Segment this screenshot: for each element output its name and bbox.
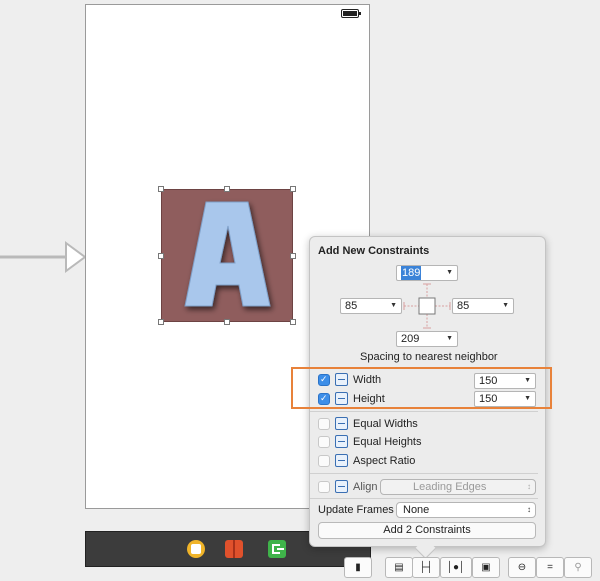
chevron-updown-icon: ↕ — [527, 505, 531, 514]
chevron-updown-icon: ↕ — [527, 482, 531, 491]
update-frames-select[interactable]: None ↕ — [396, 502, 536, 518]
popover-title: Add New Constraints — [318, 245, 430, 257]
separator — [310, 473, 538, 474]
initial-scene-arrow — [0, 241, 87, 273]
zoom-out-icon[interactable]: ⊖ — [508, 557, 536, 578]
aspect-ratio-checkbox[interactable] — [318, 455, 330, 467]
width-constraint-icon — [335, 373, 348, 386]
exit-icon[interactable] — [268, 540, 286, 558]
update-frames-label: Update Frames — [318, 504, 394, 516]
separator — [310, 411, 538, 412]
left-spacing-field[interactable]: 85 ▼ — [340, 298, 402, 314]
spacing-constraint-diagram[interactable] — [400, 280, 454, 332]
align-label: Align — [353, 481, 378, 493]
resize-handle-top-right[interactable] — [290, 186, 296, 192]
chevron-down-icon: ▼ — [524, 377, 531, 384]
chevron-down-icon: ▼ — [390, 302, 397, 309]
pin-icon[interactable]: ├┤ — [412, 557, 440, 578]
resize-handle-bottom-right[interactable] — [290, 319, 296, 325]
resizing-icon[interactable]: │●│ — [440, 557, 472, 578]
aspect-ratio-label: Aspect Ratio — [353, 455, 416, 467]
add-constraints-button[interactable]: Add 2 Constraints — [318, 522, 536, 539]
resolve-icon[interactable]: ▮ — [344, 557, 372, 578]
align-select[interactable]: Leading Edges ↕ — [380, 479, 536, 495]
align-icon — [335, 480, 348, 493]
top-spacing-field[interactable]: 189 ▼ — [396, 265, 458, 281]
equal-widths-label: Equal Widths — [353, 418, 418, 430]
height-value-field[interactable]: 150 ▼ — [474, 391, 536, 407]
layout-icon[interactable]: ▣ — [472, 557, 500, 578]
chevron-down-icon: ▼ — [524, 395, 531, 402]
bottom-spacing-field[interactable]: 209 ▼ — [396, 331, 458, 347]
chevron-down-icon: ▼ — [502, 302, 509, 309]
width-value-field[interactable]: 150 ▼ — [474, 373, 536, 389]
equal-heights-label: Equal Heights — [353, 436, 422, 448]
first-responder-icon[interactable] — [225, 540, 243, 558]
battery-icon — [341, 9, 361, 18]
right-spacing-field[interactable]: 85 ▼ — [452, 298, 514, 314]
height-checkbox[interactable] — [318, 393, 330, 405]
zoom-in-icon[interactable]: ⚲ — [564, 557, 592, 578]
align-checkbox[interactable] — [318, 481, 330, 493]
width-label: Width — [353, 374, 382, 386]
chevron-down-icon: ▼ — [446, 335, 453, 342]
height-label: Height — [353, 393, 385, 405]
resize-handle-bottom[interactable] — [224, 319, 230, 325]
chevron-down-icon: ▼ — [446, 269, 453, 276]
equal-heights-icon — [335, 435, 348, 448]
resize-handle-left[interactable] — [158, 253, 164, 259]
resize-handle-bottom-left[interactable] — [158, 319, 164, 325]
view-controller-icon[interactable] — [187, 540, 205, 558]
equal-heights-checkbox[interactable] — [318, 436, 330, 448]
image-view[interactable] — [161, 189, 293, 322]
zoom-reset-icon[interactable]: = — [536, 557, 564, 578]
resize-handle-right[interactable] — [290, 253, 296, 259]
align-toolbar-icon[interactable]: ▤ — [385, 557, 413, 578]
height-constraint-icon — [335, 392, 348, 405]
equal-widths-checkbox[interactable] — [318, 418, 330, 430]
resize-handle-top-left[interactable] — [158, 186, 164, 192]
separator — [310, 498, 538, 499]
letter-a-graphic — [184, 201, 271, 307]
resize-handle-top[interactable] — [224, 186, 230, 192]
aspect-ratio-icon — [335, 454, 348, 467]
spacing-caption: Spacing to nearest neighbor — [360, 351, 498, 363]
equal-widths-icon — [335, 417, 348, 430]
width-checkbox[interactable] — [318, 374, 330, 386]
